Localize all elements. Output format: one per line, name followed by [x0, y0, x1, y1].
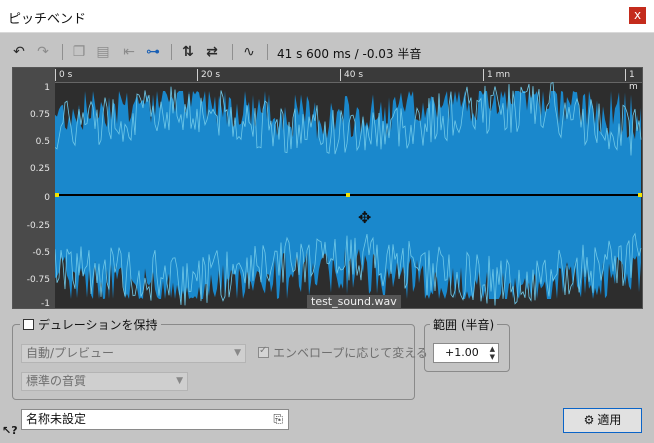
close-button[interactable]: x	[629, 7, 646, 24]
quality-select-value: 標準の音質	[26, 374, 87, 388]
go-start-icon[interactable]: ⇤	[120, 42, 138, 62]
chevron-down-icon: ▼	[176, 376, 183, 386]
envelope-checkbox[interactable]: エンベロープに応じて変える	[258, 344, 428, 361]
link-icon[interactable]: ⊶	[144, 42, 162, 62]
apply-button[interactable]: ⚙ 適用	[563, 408, 642, 433]
preset-name: 名称未設定	[26, 412, 87, 426]
y-tick-label: 0.75	[29, 110, 50, 120]
checkbox-box[interactable]	[258, 345, 269, 358]
y-tick-label: -0.5	[32, 248, 50, 258]
y-tick-label: -0.25	[26, 221, 50, 231]
envelope-handle[interactable]	[55, 193, 59, 197]
swap-horizontal-icon[interactable]: ⇄	[203, 42, 221, 62]
move-cursor-icon: ✥	[358, 208, 371, 227]
curve-icon[interactable]: ∿	[240, 42, 258, 62]
envelope-handle[interactable]	[346, 193, 350, 197]
amplitude-axis: 1 0.75 0.5 0.25 0 -0.25 -0.5 -0.75 -1	[13, 68, 55, 309]
checkbox-box[interactable]	[23, 319, 34, 330]
y-tick-label: -1	[41, 299, 50, 309]
preset-menu-icon[interactable]: ⎘	[273, 410, 283, 429]
apply-label: 適用	[597, 413, 622, 427]
y-tick-label: 1	[44, 83, 50, 93]
mode-select-value: 自動/プレビュー	[26, 346, 115, 360]
ruler-label: 1 mn	[483, 69, 510, 81]
swap-vertical-icon[interactable]: ⇅	[179, 42, 197, 62]
position-readout: 41 s 600 ms / -0.03 半音	[277, 47, 422, 61]
preserve-duration-label: デュレーションを保持	[38, 318, 158, 332]
time-ruler[interactable]: 0 s 20 s 40 s 1 mn 1 m	[55, 68, 642, 92]
redo-icon[interactable]: ↷	[34, 42, 52, 62]
range-legend: 範囲 (半音)	[430, 316, 498, 333]
toolbar-separator	[171, 44, 172, 60]
ruler-label: 40 s	[340, 69, 363, 81]
toolbar-separator	[232, 44, 233, 60]
toolbar: ↶ ↷ ❐ ▤ ⇤ ⊶ ⇅ ⇄ ∿ 41 s 600 ms / -0.03 半音	[10, 42, 650, 64]
help-cursor-icon[interactable]: ↖?	[2, 424, 18, 437]
copy-icon[interactable]: ❐	[70, 42, 88, 62]
waveform-display[interactable]: ✥	[55, 82, 642, 308]
file-name-label: test_sound.wav	[307, 295, 401, 309]
ruler-label: 0 s	[55, 69, 72, 81]
close-icon: x	[633, 8, 642, 22]
range-value: +1.00	[445, 346, 479, 359]
envelope-handle[interactable]	[638, 193, 642, 197]
gears-icon: ⚙	[583, 413, 595, 427]
chevron-down-icon: ▼	[234, 348, 241, 358]
window-title: ピッチベンド	[8, 12, 87, 27]
ruler-label: 1 m	[625, 69, 642, 92]
toolbar-separator	[267, 44, 268, 60]
preset-field[interactable]: 名称未設定 ⎘	[21, 409, 289, 430]
undo-icon[interactable]: ↶	[10, 42, 28, 62]
y-tick-label: 0.5	[35, 137, 50, 147]
waveform-panel[interactable]: 1 0.75 0.5 0.25 0 -0.25 -0.5 -0.75 -1 0 …	[12, 67, 643, 309]
envelope-checkbox-label: エンベロープに応じて変える	[273, 346, 428, 360]
ruler-label: 20 s	[197, 69, 220, 81]
y-tick-label: -0.75	[26, 275, 50, 285]
spin-arrows-icon[interactable]: ▲ ▼	[490, 345, 495, 361]
y-tick-label: 0	[44, 193, 50, 203]
quality-select[interactable]: 標準の音質 ▼	[21, 372, 188, 391]
title-bar: ピッチベンド x	[0, 0, 654, 33]
mode-select[interactable]: 自動/プレビュー ▼	[21, 344, 246, 363]
preserve-duration-checkbox[interactable]: デュレーションを保持	[20, 316, 161, 333]
toolbar-separator	[62, 44, 63, 60]
paste-icon[interactable]: ▤	[94, 42, 112, 62]
y-tick-label: 0.25	[29, 164, 50, 174]
range-spinbox[interactable]: +1.00 ▲ ▼	[433, 343, 499, 363]
